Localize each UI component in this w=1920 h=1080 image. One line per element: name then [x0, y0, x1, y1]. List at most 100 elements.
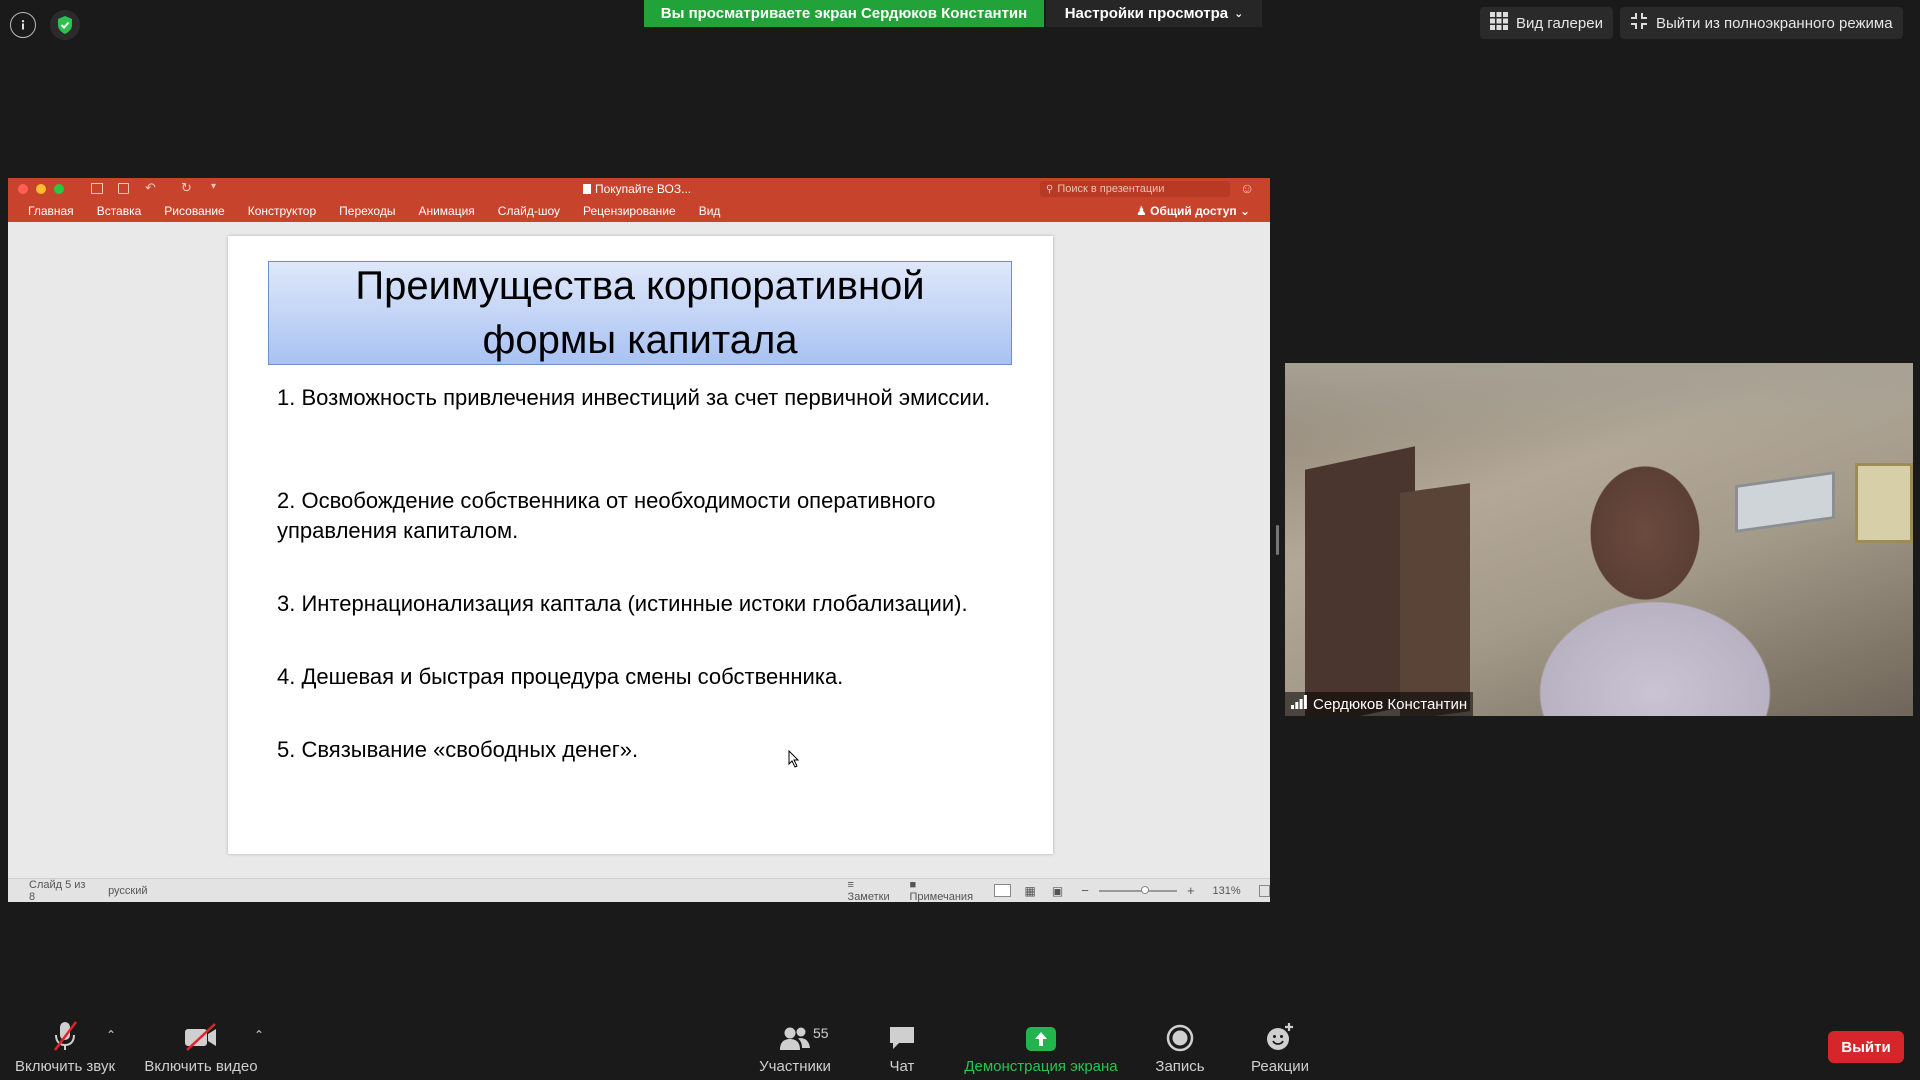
zoom-level[interactable]: 131% — [1213, 885, 1241, 897]
view-settings-dropdown[interactable]: Настройки просмотра ⌄ — [1046, 0, 1262, 27]
participant-name: Сердюков Константин — [1313, 695, 1468, 713]
exit-fullscreen-label: Выйти из полноэкранного режима — [1656, 14, 1893, 32]
tab-draw[interactable]: Рисование — [164, 204, 224, 218]
tab-animations[interactable]: Анимация — [418, 204, 474, 218]
fit-slide-icon[interactable] — [1258, 884, 1270, 897]
comments-label: Примечания — [909, 890, 974, 903]
audio-options-caret[interactable]: ⌃ — [106, 1028, 116, 1042]
video-ceiling — [1285, 363, 1913, 453]
reading-view-icon[interactable]: ▣ — [1052, 884, 1063, 898]
gallery-view-label: Вид галереи — [1516, 14, 1603, 32]
gallery-view-button[interactable]: Вид галереи — [1480, 7, 1613, 39]
zoom-slider[interactable] — [1098, 885, 1177, 894]
smiley-feedback-icon[interactable]: ☺ — [1240, 180, 1254, 196]
share-label: Общий доступ — [1150, 204, 1237, 218]
video-background-frame — [1735, 470, 1835, 534]
search-placeholder: Поиск в презентации — [1057, 183, 1165, 195]
unmute-button[interactable]: Включить звук — [12, 1020, 118, 1075]
video-background-cabinet — [1305, 446, 1415, 716]
notes-icon: ≡ — [847, 878, 854, 891]
window-title-text: Покупайте ВОЗ... — [595, 182, 692, 196]
reactions-smiley-icon — [1265, 1020, 1295, 1052]
zoom-in-icon[interactable]: + — [1187, 883, 1195, 898]
view-settings-label: Настройки просмотра — [1064, 5, 1229, 22]
slide-counter: Слайд 5 из 8 — [29, 878, 86, 903]
document-icon — [583, 184, 591, 194]
slide-sorter-icon[interactable]: ▦ — [1025, 884, 1036, 898]
participant-video-tile[interactable]: Сердюков Константин — [1285, 363, 1913, 716]
split-view-handle[interactable] — [1276, 525, 1279, 555]
tab-review[interactable]: Рецензирование — [583, 204, 676, 218]
video-background-diploma — [1855, 463, 1913, 543]
video-background-door — [1400, 483, 1470, 716]
video-options-caret[interactable]: ⌃ — [254, 1028, 264, 1042]
info-icon[interactable] — [10, 12, 36, 38]
mouse-cursor-icon — [788, 749, 800, 773]
grid-icon — [1490, 12, 1508, 34]
sidebar-toggle-icon[interactable] — [91, 183, 103, 194]
save-icon[interactable] — [118, 183, 129, 194]
add-person-icon: ♟ — [1136, 204, 1147, 218]
screen-sharing-banner: Вы просматриваете экран Сердюков Констан… — [644, 0, 1044, 27]
leave-label: Выйти — [1841, 1038, 1891, 1056]
slide-title-text: Преимущества корпоративной формы капитал… — [355, 264, 925, 362]
participant-name-tag: Сердюков Константин — [1285, 692, 1474, 716]
encryption-shield-icon[interactable] — [50, 10, 80, 40]
slide-canvas: Преимущества корпоративной формы капитал… — [8, 222, 1270, 878]
comment-icon: ■ — [909, 878, 917, 891]
signal-strength-icon — [1291, 695, 1307, 713]
leave-meeting-button[interactable]: Выйти — [1828, 1031, 1904, 1063]
slide-bullet-1: 1. Возможность привлечения инвестиций за… — [277, 385, 991, 410]
participants-count: 55 — [813, 1025, 829, 1041]
maximize-window-icon[interactable] — [54, 184, 64, 194]
reactions-button[interactable]: Реакции — [1244, 1020, 1316, 1075]
slide-title: Преимущества корпоративной формы капитал… — [268, 261, 1012, 365]
record-button[interactable]: Запись — [1148, 1020, 1212, 1075]
tab-design[interactable]: Конструктор — [248, 204, 316, 218]
comments-button[interactable]: ■ Примечания — [910, 879, 978, 903]
slide-bullet-5: 5. Связывание «свободных денег». — [277, 737, 639, 762]
customize-toolbar-icon[interactable]: ▾ — [211, 181, 216, 192]
language-indicator[interactable]: русский — [108, 885, 147, 897]
reactions-label: Реакции — [1251, 1058, 1309, 1075]
slide[interactable]: Преимущества корпоративной формы капитал… — [228, 236, 1053, 854]
start-video-button[interactable]: Включить видео — [140, 1020, 262, 1075]
tab-insert[interactable]: Вставка — [97, 204, 142, 218]
close-window-icon[interactable] — [18, 184, 28, 194]
chat-label: Чат — [889, 1058, 915, 1075]
chat-button[interactable]: Чат — [872, 1020, 932, 1075]
redo-icon[interactable]: ↻ — [181, 180, 192, 196]
notes-label: Заметки — [847, 890, 890, 903]
muted-microphone-icon — [52, 1020, 78, 1052]
share-button[interactable]: ♟ Общий доступ ⌄ — [1136, 204, 1250, 218]
ppt-document-title: Покупайте ВОЗ... — [583, 182, 691, 196]
zoom-out-icon[interactable]: − — [1081, 883, 1089, 898]
record-label: Запись — [1155, 1058, 1205, 1075]
share-screen-label: Демонстрация экрана — [964, 1058, 1118, 1075]
ppt-status-bar: Слайд 5 из 8 русский ≡ Заметки ■ Примеча… — [8, 878, 1270, 902]
sharing-banner-text: Вы просматриваете экран Сердюков Констан… — [660, 5, 1028, 22]
participants-label: Участники — [759, 1058, 831, 1075]
record-icon — [1166, 1020, 1194, 1052]
notes-button[interactable]: ≡ Заметки — [848, 879, 896, 903]
ppt-search-box[interactable]: ⚲ Поиск в презентации — [1040, 181, 1230, 197]
minimize-window-icon[interactable] — [36, 184, 46, 194]
exit-fullscreen-button[interactable]: Выйти из полноэкранного режима — [1620, 7, 1903, 39]
tab-slideshow[interactable]: Слайд-шоу — [498, 204, 560, 218]
tab-transitions[interactable]: Переходы — [339, 204, 395, 218]
start-video-label: Включить видео — [144, 1058, 258, 1075]
slide-bullet-4: 4. Дешевая и быстрая процедура смены соб… — [277, 664, 844, 689]
ppt-titlebar: ↶ ↻ ▾ Покупайте ВОЗ... ⚲ Поиск в презент… — [8, 178, 1270, 200]
share-screen-button[interactable]: Демонстрация экрана — [958, 1020, 1124, 1075]
tab-view[interactable]: Вид — [699, 204, 721, 218]
slide-bullet-2: 2. Освобождение собственника от необходи… — [277, 488, 936, 543]
tab-home[interactable]: Главная — [28, 204, 74, 218]
camera-off-icon — [183, 1020, 219, 1052]
unmute-label: Включить звук — [14, 1058, 116, 1075]
zoom-slider-thumb[interactable] — [1140, 885, 1149, 894]
undo-icon[interactable]: ↶ — [145, 180, 156, 196]
chevron-down-icon: ⌄ — [1234, 8, 1244, 20]
normal-view-icon[interactable] — [993, 884, 1011, 897]
share-screen-icon — [1025, 1020, 1057, 1052]
participants-icon — [778, 1020, 812, 1052]
